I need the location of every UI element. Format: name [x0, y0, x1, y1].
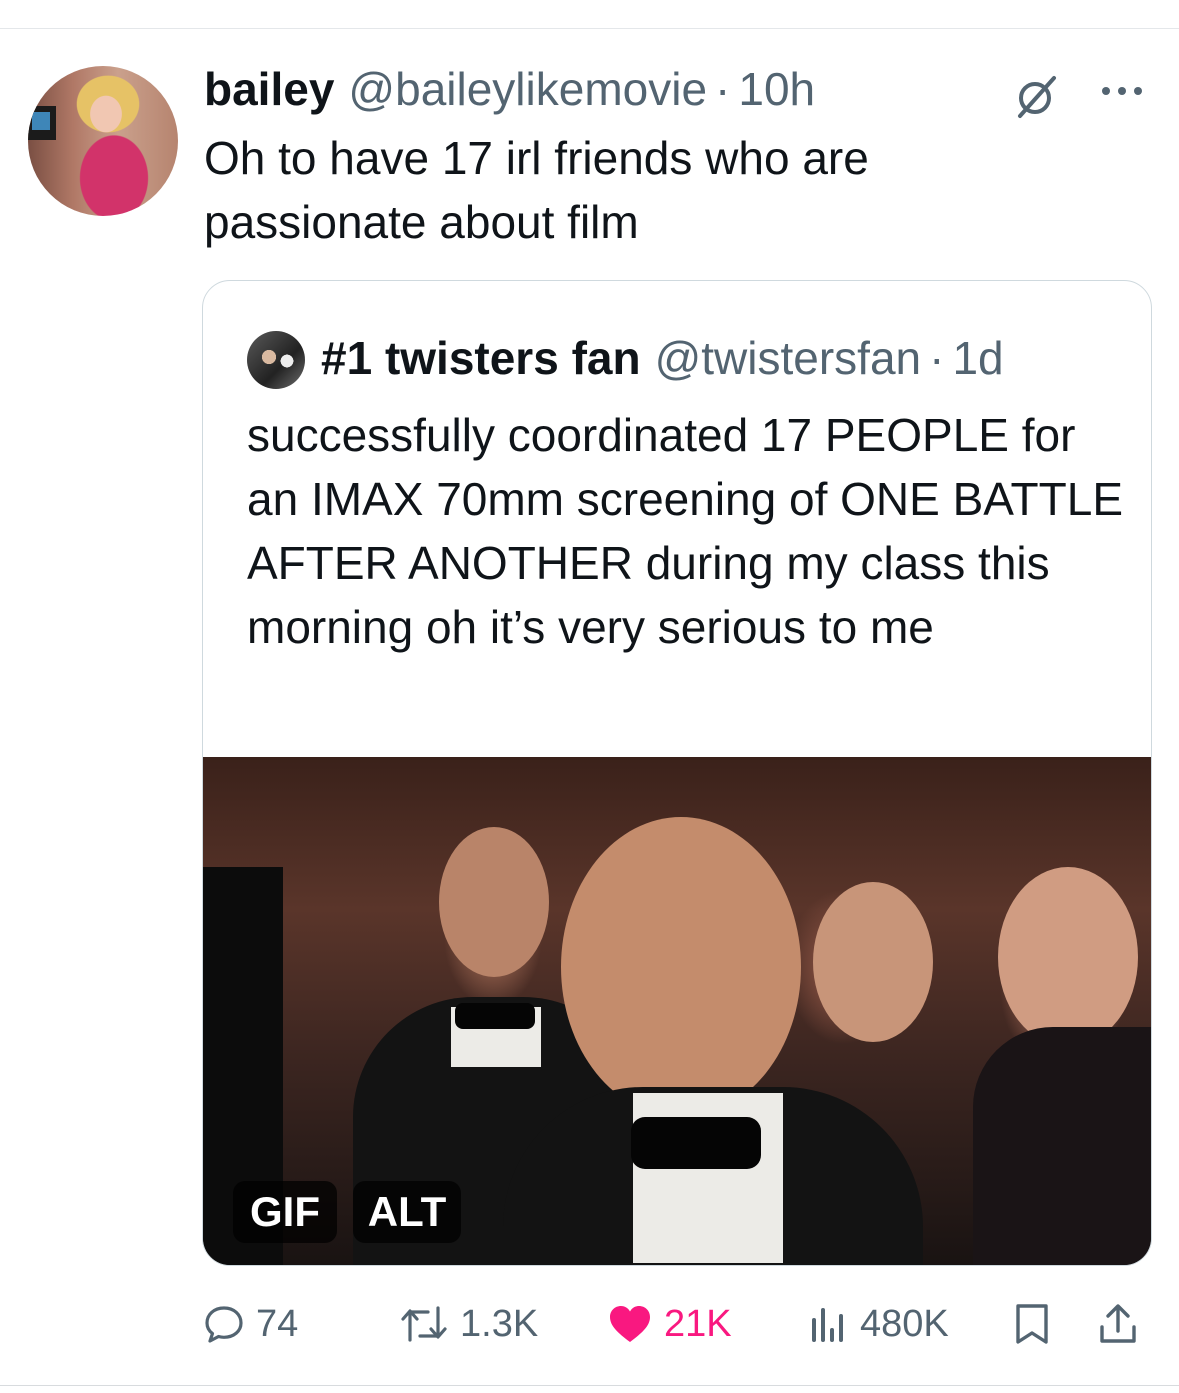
- share-icon: [1100, 1304, 1136, 1343]
- views-button[interactable]: 480K: [808, 1292, 949, 1356]
- main-bowtie: [631, 1117, 761, 1169]
- reply-button[interactable]: 74: [204, 1292, 298, 1356]
- quoted-tweet[interactable]: #1 twisters fan @twistersfan · 1d succes…: [202, 280, 1152, 1266]
- woman-face-left: [813, 882, 933, 1042]
- repost-button[interactable]: 1.3K: [400, 1292, 538, 1356]
- top-divider: [0, 28, 1179, 29]
- author-handle[interactable]: @baileylikemovie: [348, 62, 707, 116]
- views-count: 480K: [860, 1302, 949, 1345]
- tweet-header: bailey @baileylikemovie · 10h: [204, 62, 815, 118]
- quoted-text: successfully coordinated 17 PEOPLE for a…: [247, 409, 1124, 653]
- bottom-divider: [0, 1385, 1179, 1386]
- more-icon[interactable]: [1098, 76, 1146, 106]
- quoted-author-avatar[interactable]: [247, 331, 305, 389]
- tweet-text: Oh to have 17 irl friends who are passio…: [204, 132, 869, 248]
- author-name[interactable]: bailey: [204, 62, 334, 116]
- gif-badge: GIF: [233, 1181, 337, 1243]
- repost-icon: [401, 1306, 447, 1342]
- background-bowtie: [455, 1003, 535, 1029]
- quoted-header: #1 twisters fan @twistersfan · 1d: [321, 331, 1004, 385]
- quoted-separator: ·: [929, 332, 945, 384]
- grok-icon[interactable]: [1012, 72, 1060, 120]
- action-bar: 74 1.3K 21K 480K: [204, 1292, 1154, 1356]
- woman-face-right: [998, 867, 1138, 1047]
- header-separator: ·: [715, 63, 731, 115]
- author-avatar[interactable]: [28, 66, 178, 216]
- views-icon: [812, 1308, 843, 1342]
- heart-icon: [610, 1306, 650, 1342]
- bookmark-icon: [1016, 1304, 1048, 1344]
- woman-dress: [973, 1027, 1151, 1265]
- main-face: [561, 817, 801, 1117]
- avatar-tv-detail: [28, 106, 56, 140]
- like-count: 21K: [664, 1302, 732, 1345]
- like-button[interactable]: 21K: [608, 1292, 732, 1356]
- quoted-author-handle[interactable]: @twistersfan: [655, 331, 922, 385]
- share-button[interactable]: [1098, 1292, 1138, 1356]
- quoted-author-name[interactable]: #1 twisters fan: [321, 331, 641, 385]
- reply-count: 74: [256, 1302, 299, 1345]
- tweet-time[interactable]: 10h: [738, 62, 815, 116]
- reply-icon: [205, 1306, 243, 1343]
- repost-count: 1.3K: [460, 1302, 539, 1345]
- alt-badge[interactable]: ALT: [353, 1181, 461, 1243]
- bookmark-button[interactable]: [1014, 1292, 1050, 1356]
- background-face: [439, 827, 549, 977]
- quoted-gif[interactable]: GIF ALT: [203, 757, 1151, 1265]
- quoted-time[interactable]: 1d: [952, 331, 1003, 385]
